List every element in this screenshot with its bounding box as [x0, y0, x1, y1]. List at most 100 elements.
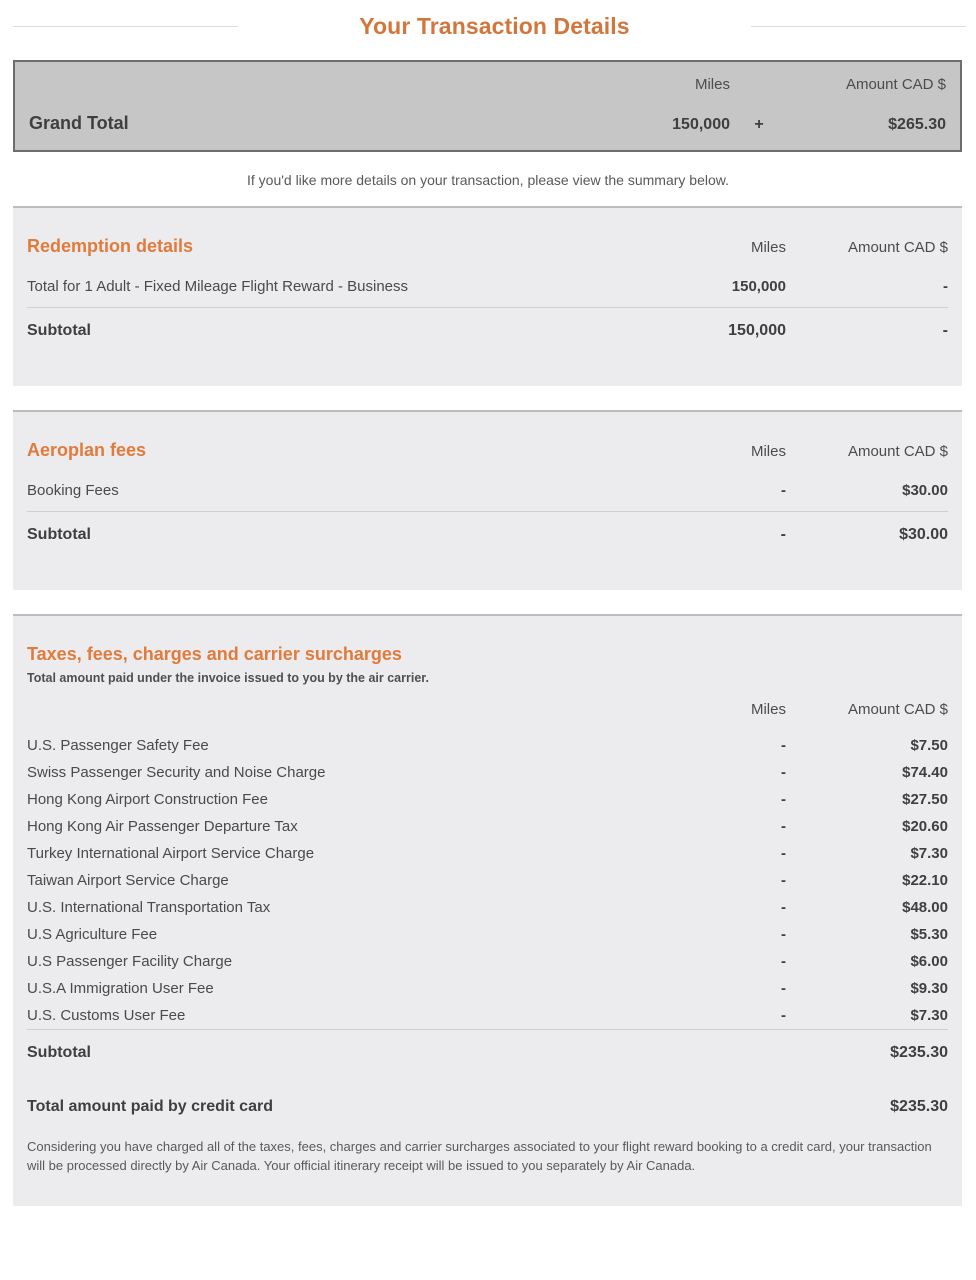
tax-row-miles: -: [781, 791, 786, 808]
taxes-column-headers: Miles Amount CAD $: [27, 685, 948, 718]
page-title: Your Transaction Details: [359, 12, 630, 39]
aeroplan-fees-row-miles: -: [781, 482, 786, 499]
tax-row-label: Swiss Passenger Security and Noise Charg…: [27, 764, 326, 781]
redemption-details-section: Redemption details Miles Amount CAD $ To…: [13, 206, 962, 386]
tax-row-amount: $6.00: [910, 953, 948, 970]
tax-row-label: U.S. International Transportation Tax: [27, 899, 271, 916]
table-row: Swiss Passenger Security and Noise Charg…: [27, 759, 948, 786]
aeroplan-fees-row-label: Booking Fees: [27, 482, 119, 499]
tax-row-label: U.S.A Immigration User Fee: [27, 980, 214, 997]
redemption-miles-header: Miles: [750, 239, 786, 256]
redemption-row-label: Total for 1 Adult - Fixed Mileage Flight…: [27, 278, 408, 295]
table-row: U.S. International Transportation Tax - $4…: [27, 894, 948, 921]
redemption-subtotal-label: Subtotal: [27, 322, 91, 339]
aeroplan-fees-section: Aeroplan fees Miles Amount CAD $ Booking…: [13, 410, 962, 590]
tax-row-label: Turkey International Airport Service Cha…: [27, 845, 315, 862]
aeroplan-fees-section-title: Aeroplan fees: [27, 440, 147, 460]
tax-row-amount: $20.60: [902, 818, 948, 835]
taxes-row-list: U.S. Passenger Safety Fee - $7.50 Swiss Pas…: [27, 718, 948, 1029]
taxes-subtotal-amount: $235.30: [890, 1044, 948, 1061]
page-title-bar: Your Transaction Details: [0, 0, 976, 52]
redemption-subtotal-row: Subtotal 150,000 -: [27, 308, 948, 350]
tax-row-miles: -: [781, 764, 786, 781]
taxes-section-padding: [27, 1176, 948, 1206]
tax-row-label: U.S Agriculture Fee: [27, 926, 158, 943]
redemption-section-title: Redemption details: [27, 236, 194, 256]
table-row: Hong Kong Air Passenger Departure Tax - $2…: [27, 813, 948, 840]
helper-note: If you'd like more details on your trans…: [246, 172, 729, 188]
tax-row-label: Hong Kong Air Passenger Departure Tax: [27, 818, 298, 835]
tax-row-amount: $27.50: [902, 791, 948, 808]
taxes-header-row: Taxes, fees, charges and carrier surchar…: [27, 616, 948, 665]
tax-row-miles: -: [781, 1007, 786, 1024]
aeroplan-fees-header-row: Aeroplan fees Miles Amount CAD $: [27, 412, 948, 461]
tax-row-amount: $7.50: [910, 737, 948, 754]
grand-total-amount-value: $265.30: [888, 116, 946, 133]
redemption-row-amount: -: [943, 278, 948, 295]
title-rule-right: [751, 25, 966, 27]
grand-total-miles-header: Miles: [694, 76, 730, 93]
taxes-subtotal-row: Subtotal $235.30: [27, 1030, 948, 1072]
aeroplan-fees-subtotal-label: Subtotal: [27, 526, 91, 543]
redemption-header-row: Redemption details Miles Amount CAD $: [27, 208, 948, 257]
grand-total-amount-header: Amount CAD $: [845, 76, 946, 93]
tax-row-miles: -: [781, 953, 786, 970]
tax-row-amount: $22.10: [902, 872, 948, 889]
aeroplan-fees-row-amount: $30.00: [902, 482, 948, 499]
total-paid-label: Total amount paid by credit card: [27, 1098, 273, 1115]
redemption-subtotal-miles: 150,000: [728, 322, 786, 339]
table-row: Turkey International Airport Service Cha…: [27, 840, 948, 867]
taxes-disclaimer: Considering you have charged all of the …: [27, 1139, 932, 1173]
tax-row-miles: -: [781, 980, 786, 997]
table-row: U.S. Passenger Safety Fee - $7.50: [27, 732, 948, 759]
tax-row-miles: -: [781, 737, 786, 754]
table-row: U.S.A Immigration User Fee - $9.30: [27, 975, 948, 1002]
grand-total-miles-value: 150,000: [672, 116, 730, 133]
tax-row-amount: $74.40: [902, 764, 948, 781]
tax-row-amount: $5.30: [910, 926, 948, 943]
taxes-miles-header: Miles: [750, 701, 786, 718]
tax-row-label: U.S. Customs User Fee: [27, 1007, 186, 1024]
tax-row-amount: $7.30: [910, 845, 948, 862]
table-row: U.S. Customs User Fee - $7.30: [27, 1002, 948, 1029]
taxes-section-subnote: Total amount paid under the invoice issu…: [27, 671, 429, 685]
tax-row-label: Hong Kong Airport Construction Fee: [27, 791, 268, 808]
redemption-amount-header: Amount CAD $: [847, 239, 948, 256]
tax-row-label: Taiwan Airport Service Charge: [27, 872, 229, 889]
grand-total-label: Grand Total: [29, 113, 129, 133]
table-row: U.S Agriculture Fee - $5.30: [27, 921, 948, 948]
table-row: Booking Fees - $30.00: [27, 461, 948, 511]
taxes-fees-section: Taxes, fees, charges and carrier surchar…: [13, 614, 962, 1206]
tax-row-amount: $48.00: [902, 899, 948, 916]
redemption-section-padding: [27, 350, 948, 386]
taxes-amount-header: Amount CAD $: [847, 701, 948, 718]
aeroplan-fees-subtotal-amount: $30.00: [899, 526, 948, 543]
taxes-subtotal-label: Subtotal: [27, 1044, 91, 1061]
table-row: Total for 1 Adult - Fixed Mileage Flight…: [27, 257, 948, 307]
tax-row-miles: -: [781, 899, 786, 916]
tax-row-label: U.S. Passenger Safety Fee: [27, 737, 209, 754]
table-row: Hong Kong Airport Construction Fee - $27.5…: [27, 786, 948, 813]
taxes-section-title: Taxes, fees, charges and carrier surchar…: [27, 644, 402, 664]
tax-row-miles: -: [781, 872, 786, 889]
tax-row-amount: $7.30: [910, 1007, 948, 1024]
aeroplan-fees-subtotal-miles: -: [780, 526, 786, 543]
redemption-row-miles: 150,000: [731, 278, 786, 295]
aeroplan-fees-miles-header: Miles: [750, 443, 786, 460]
total-paid-amount: $235.30: [890, 1098, 948, 1115]
tax-row-label: U.S Passenger Facility Charge: [27, 953, 233, 970]
aeroplan-fees-subtotal-row: Subtotal - $30.00: [27, 512, 948, 554]
grand-total-row: Grand Total 150,000 + $265.30: [29, 113, 946, 134]
grand-total-plus-operator: +: [754, 116, 764, 133]
table-row: U.S Passenger Facility Charge - $6.00: [27, 948, 948, 975]
total-paid-by-credit-card-row: Total amount paid by credit card $235.30: [27, 1072, 948, 1124]
tax-row-amount: $9.30: [910, 980, 948, 997]
aeroplan-fees-amount-header: Amount CAD $: [847, 443, 948, 460]
grand-total-panel: Miles Amount CAD $ Grand Total 150,000 +…: [13, 60, 962, 152]
table-row: Taiwan Airport Service Charge - $22.10: [27, 867, 948, 894]
grand-total-column-headers: Miles Amount CAD $: [29, 76, 946, 104]
aeroplan-fees-section-padding: [27, 554, 948, 590]
tax-row-miles: -: [781, 818, 786, 835]
tax-row-miles: -: [781, 845, 786, 862]
redemption-subtotal-amount: -: [942, 322, 948, 339]
